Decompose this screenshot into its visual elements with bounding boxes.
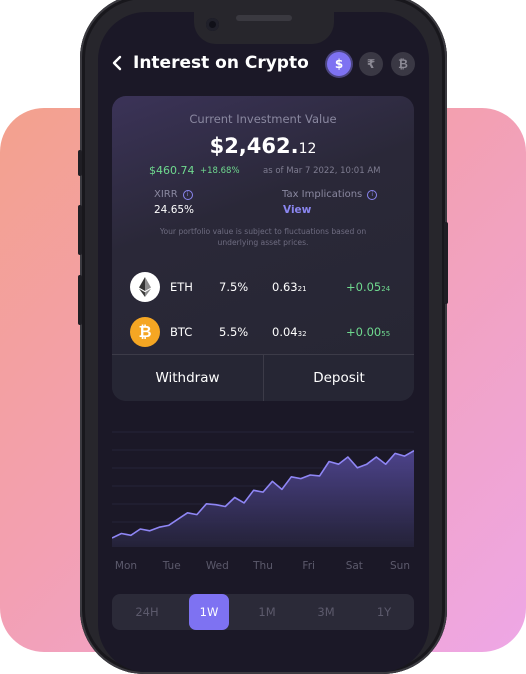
- ethereum-icon: [130, 272, 160, 302]
- page-title: Interest on Crypto: [133, 53, 309, 73]
- mute-switch: [78, 150, 82, 176]
- chart-x-tick-label: Sun: [390, 560, 410, 572]
- coin-change-small: 24: [381, 285, 391, 293]
- coin-row-eth[interactable]: ETH 7.5% 0.6321 +0.0524: [130, 272, 400, 302]
- gain-percent: +18.68%: [200, 166, 240, 176]
- withdraw-button[interactable]: Withdraw: [112, 354, 263, 401]
- chart-x-tick-label: Thu: [253, 560, 273, 572]
- coin-name: BTC: [170, 325, 193, 339]
- currency-btc-button[interactable]: ₿: [391, 52, 415, 76]
- tax-view-link[interactable]: View: [283, 204, 311, 216]
- time-range-selector: 24H 1W 1M 3M 1Y: [112, 594, 414, 630]
- chart-area: [112, 450, 414, 547]
- range-option-3m[interactable]: 3M: [306, 594, 346, 630]
- xirr-label-text: XIRR: [154, 189, 178, 200]
- info-icon[interactable]: i: [182, 190, 193, 200]
- app-header: Interest on Crypto $ ₹ ₿: [98, 50, 429, 80]
- investment-card: Current Investment Value $2,462.12 $460.…: [112, 96, 414, 401]
- coin-change: +0.0055: [346, 325, 390, 339]
- chevron-left-icon[interactable]: [110, 52, 130, 76]
- app-screen: Interest on Crypto $ ₹ ₿ Current Investm…: [98, 12, 429, 672]
- investment-label: Current Investment Value: [189, 112, 337, 126]
- deposit-button[interactable]: Deposit: [263, 354, 414, 401]
- phone-notch: [194, 12, 334, 44]
- investment-value-main: $2,462.: [209, 134, 299, 158]
- coin-change: +0.0524: [346, 280, 390, 294]
- coin-amount: 0.6321: [272, 280, 307, 294]
- tax-label-text: Tax Implications: [282, 189, 363, 200]
- gain-amount: $460.74: [149, 164, 195, 177]
- coin-amount-small: 21: [297, 285, 307, 293]
- chart-x-tick-label: Mon: [114, 560, 138, 572]
- portfolio-note: Your portfolio value is subject to fluct…: [159, 227, 367, 247]
- investment-value: $2,462.12: [112, 134, 414, 158]
- coin-change-small: 55: [381, 330, 391, 338]
- range-option-1y[interactable]: 1Y: [364, 594, 404, 630]
- coin-amount-small: 32: [297, 330, 307, 338]
- volume-up-button: [78, 205, 82, 255]
- info-icon[interactable]: i: [367, 190, 378, 200]
- xirr-value: 24.65%: [154, 204, 195, 216]
- volume-down-button: [78, 275, 82, 325]
- chart-x-tick-label: Sat: [345, 560, 363, 572]
- speaker-grille: [236, 15, 292, 21]
- coin-amount: 0.0432: [272, 325, 307, 339]
- range-option-1m[interactable]: 1M: [247, 594, 287, 630]
- portfolio-chart[interactable]: [112, 422, 414, 582]
- coin-rate: 7.5%: [219, 280, 249, 294]
- investment-value-cents: 12: [298, 141, 317, 157]
- bitcoin-icon: ₿: [130, 317, 160, 347]
- chart-x-tick-label: Wed: [205, 560, 229, 572]
- coin-change-main: +0.05: [346, 280, 382, 294]
- range-option-24h[interactable]: 24H: [127, 594, 167, 630]
- coin-row-btc[interactable]: ₿ BTC 5.5% 0.0432 +0.0055: [130, 317, 400, 347]
- coin-rate: 5.5%: [219, 325, 249, 339]
- chart-x-tick-label: Fri: [302, 560, 315, 572]
- coin-amount-main: 0.63: [272, 280, 298, 294]
- xirr-label: XIRR i: [154, 189, 193, 200]
- as-of-timestamp: as of Mar 7 2022, 10:01 AM: [263, 166, 381, 176]
- tax-implications-label: Tax Implications i: [282, 189, 378, 200]
- currency-usd-button[interactable]: $: [327, 52, 351, 76]
- currency-inr-button[interactable]: ₹: [359, 52, 383, 76]
- camera-icon: [206, 18, 219, 31]
- coin-name: ETH: [170, 280, 193, 294]
- coin-change-main: +0.00: [346, 325, 382, 339]
- chart-x-tick-label: Tue: [162, 560, 181, 572]
- power-button: [444, 222, 448, 304]
- coin-amount-main: 0.04: [272, 325, 298, 339]
- range-option-1w[interactable]: 1W: [189, 594, 229, 630]
